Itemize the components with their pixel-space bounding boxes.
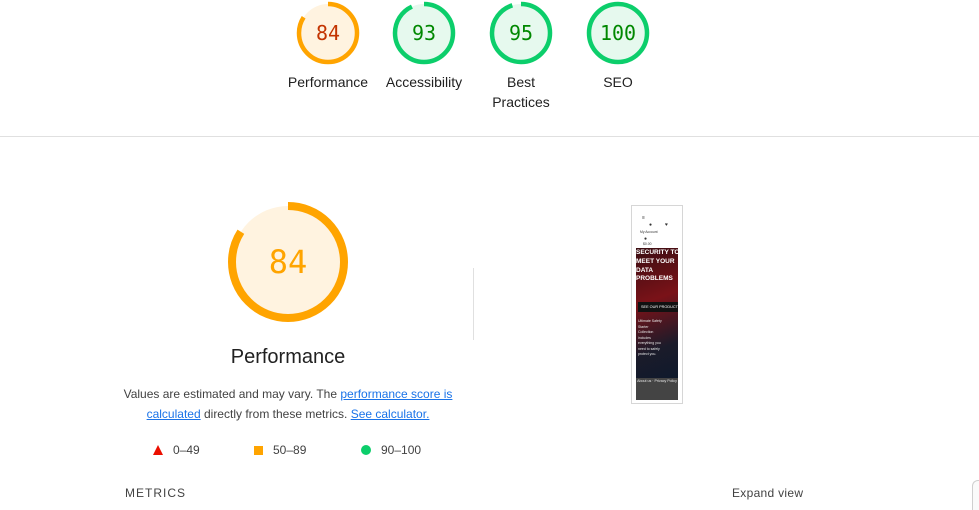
scrollbar[interactable] (972, 480, 979, 510)
performance-main-gauge: 84 (228, 202, 348, 322)
score-summary: 84 Performance 93 Accessibility 95 Best … (0, 0, 979, 136)
section-divider (0, 136, 979, 137)
legend-pass: 90–100 (361, 442, 421, 458)
legend-range-fail: 0–49 (173, 443, 200, 457)
thumbnail-body: Ultimate Safety Starter Collection inclu… (638, 319, 662, 356)
seo-gauge-ring: 100 (586, 1, 650, 65)
performance-gauge-ring: 84 (296, 1, 360, 65)
thumbnail-account: My Account (640, 230, 658, 234)
accessibility-label: Accessibility (385, 74, 463, 90)
see-calculator-link[interactable]: See calculator. (351, 407, 430, 421)
best-practices-label: Best Practices (492, 74, 550, 110)
expand-view-toggle[interactable]: Expand view (732, 486, 803, 500)
accessibility-gauge[interactable]: 93 Accessibility (379, 0, 469, 92)
legend-fail: 0–49 (153, 442, 200, 458)
accessibility-score: 93 (412, 21, 436, 45)
best-practices-gauge[interactable]: 95 Best Practices (476, 0, 566, 112)
thumbnail-footer-text: About us · Privacy Policy (637, 379, 677, 383)
menu-icon: ≡ (642, 215, 645, 221)
thumbnail-hero-text: SECURITY TO MEET YOUR DATA PROBLEMS (636, 249, 680, 283)
final-screenshot-thumbnail[interactable]: ≡ ● ♥ My Account ● $0.00 SECURITY TO MEE… (631, 205, 683, 404)
square-icon (254, 445, 263, 455)
triangle-icon (153, 445, 163, 455)
user-icon: ● (649, 222, 653, 228)
best-practices-score: 95 (509, 21, 533, 45)
vertical-divider (473, 268, 474, 340)
performance-label: Performance (287, 74, 369, 90)
legend-range-average: 50–89 (273, 443, 307, 457)
performance-score: 84 (316, 21, 340, 45)
thumbnail-header: ≡ ● ♥ My Account ● $0.00 (635, 209, 679, 249)
description-text-middle: directly from these metrics. (200, 407, 351, 421)
description-text: Values are estimated and may vary. The (123, 387, 341, 401)
seo-score: 100 (600, 21, 636, 45)
seo-gauge[interactable]: 100 SEO (573, 0, 663, 92)
accessibility-gauge-ring: 93 (392, 1, 456, 65)
performance-description: Values are estimated and may vary. The p… (118, 384, 458, 424)
seo-label: SEO (603, 74, 633, 90)
performance-gauge[interactable]: 84 Performance (283, 0, 373, 92)
best-practices-gauge-ring: 95 (489, 1, 553, 65)
heart-icon: ♥ (665, 222, 668, 228)
thumbnail-cart-total: $0.00 (643, 242, 652, 246)
performance-title: Performance (230, 346, 346, 368)
legend-range-pass: 90–100 (381, 443, 422, 457)
thumbnail-button: SEE OUR PRODUCTS (638, 302, 678, 312)
circle-icon (361, 445, 371, 455)
performance-main-score: 84 (269, 243, 308, 281)
thumbnail-footer: About us · Privacy Policy (636, 378, 678, 400)
legend-average: 50–89 (254, 442, 306, 458)
metrics-heading: METRICS (125, 486, 186, 500)
